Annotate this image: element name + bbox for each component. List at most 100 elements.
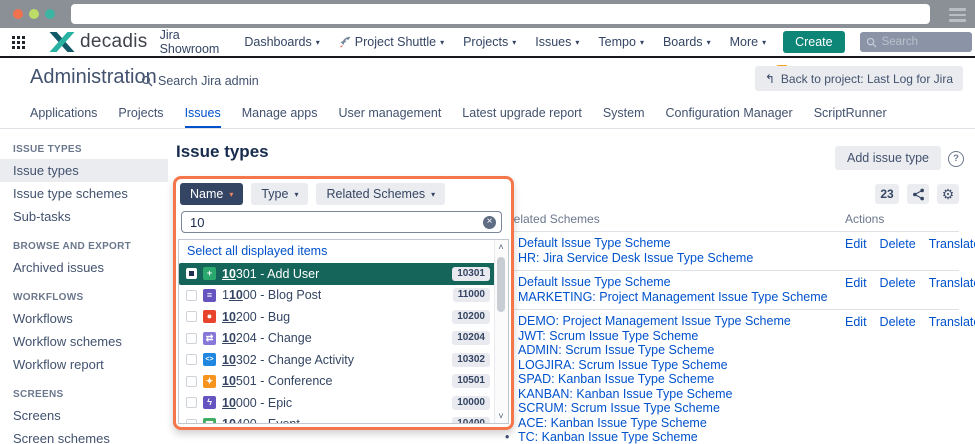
sidebar-item-screen-schemes[interactable]: Screen schemes	[0, 427, 168, 444]
option-checkbox[interactable]	[186, 397, 197, 408]
row-actions: Edit Delete Translate	[845, 237, 975, 251]
sidebar-item-workflow-report[interactable]: Workflow report	[0, 353, 168, 376]
create-button[interactable]: Create	[783, 31, 845, 53]
filter-button-related-schemes[interactable]: Related Schemes▾	[316, 183, 445, 205]
tab-scriptrunner[interactable]: ScriptRunner	[814, 100, 887, 128]
table-settings-button[interactable]: ⚙	[937, 184, 959, 204]
option-checkbox[interactable]	[186, 333, 197, 344]
sidebar-item-issue-types[interactable]: Issue types	[0, 159, 168, 182]
chevron-down-icon: ▾	[640, 38, 644, 47]
action-delete[interactable]: Delete	[880, 315, 916, 329]
application-window: decadis Jira Showroom Dashboards▾Project…	[0, 0, 975, 444]
scheme-link[interactable]: ACE: Kanban Issue Type Scheme	[518, 416, 707, 430]
option-id-badge: 11000	[453, 288, 490, 302]
tab-issues[interactable]: Issues	[185, 100, 221, 128]
tab-system[interactable]: System	[603, 100, 645, 128]
option-checkbox[interactable]	[186, 268, 197, 279]
nav-item-projects[interactable]: Projects▾	[463, 35, 516, 49]
window-minimize-button[interactable]	[29, 9, 39, 19]
tab-projects[interactable]: Projects	[118, 100, 163, 128]
sidebar-item-workflows[interactable]: Workflows	[0, 307, 168, 330]
scheme-link[interactable]: SPAD: Kanban Issue Type Scheme	[518, 372, 714, 386]
issue-type-option-epic[interactable]: ϟ10000 - Epic10000	[179, 392, 508, 414]
scheme-link[interactable]: ADMIN: Scrum Issue Type Scheme	[518, 343, 714, 357]
option-checkbox[interactable]	[186, 419, 197, 424]
tab-applications[interactable]: Applications	[30, 100, 97, 128]
issue-type-option-bug[interactable]: ●10200 - Bug10200	[179, 306, 508, 328]
option-checkbox[interactable]	[186, 354, 197, 365]
issue-type-option-conference[interactable]: ✦10501 - Conference10501	[179, 371, 508, 393]
nav-item-boards[interactable]: Boards▾	[663, 35, 711, 49]
share-button[interactable]	[907, 184, 929, 204]
browser-titlebar	[0, 0, 975, 28]
issue-type-option-change-activity[interactable]: <>10302 - Change Activity10302	[179, 349, 508, 371]
scheme-link[interactable]: TC: Kanban Issue Type Scheme	[518, 430, 698, 444]
filter-buttons: Name▾ Type▾ Related Schemes▾	[180, 183, 445, 205]
sidebar-item-issue-type-schemes[interactable]: Issue type schemes	[0, 182, 168, 205]
nav-item-more[interactable]: More▾	[730, 35, 767, 49]
action-translate[interactable]: Translate	[929, 315, 975, 329]
nav-item-label: Project Shuttle	[355, 35, 436, 49]
issue-type-option-event[interactable]: ▦10400 - Event10400	[179, 414, 508, 425]
scroll-down-icon[interactable]: ˅	[495, 411, 507, 421]
tab-latest-upgrade-report[interactable]: Latest upgrade report	[462, 100, 582, 128]
sidebar-section-heading: BROWSE AND EXPORT	[13, 241, 155, 252]
nav-item-dashboards[interactable]: Dashboards▾	[244, 35, 319, 49]
action-translate[interactable]: Translate	[929, 276, 975, 290]
scheme-link[interactable]: Default Issue Type Scheme	[518, 236, 671, 250]
scheme-link[interactable]: JWT: Scrum Issue Type Scheme	[518, 329, 698, 343]
admin-search[interactable]: Search Jira admin	[141, 74, 259, 88]
select-all-link[interactable]: Select all displayed items	[179, 240, 508, 263]
sidebar-item-screens[interactable]: Screens	[0, 404, 168, 427]
action-edit[interactable]: Edit	[845, 315, 867, 329]
option-label: 10000 - Epic	[222, 396, 292, 410]
address-bar[interactable]	[71, 4, 930, 24]
app-switcher-icon[interactable]	[12, 36, 25, 49]
issue-type-option-add-user[interactable]: +10301 - Add User10301	[179, 263, 508, 285]
window-close-button[interactable]	[13, 9, 23, 19]
action-translate[interactable]: Translate	[929, 237, 975, 251]
action-delete[interactable]: Delete	[880, 276, 916, 290]
scheme-link[interactable]: MARKETING: Project Management Issue Type…	[518, 290, 828, 304]
scroll-up-icon[interactable]: ˄	[495, 242, 507, 252]
tab-configuration-manager[interactable]: Configuration Manager	[666, 100, 793, 128]
decadis-logo[interactable]	[49, 32, 75, 52]
add-issue-type-button[interactable]: Add issue type	[835, 146, 941, 170]
nav-item-tempo[interactable]: Tempo▾	[598, 35, 644, 49]
issue-type-option-blog-post[interactable]: ≡11000 - Blog Post11000	[179, 285, 508, 307]
browser-menu-icon[interactable]	[949, 8, 966, 22]
option-checkbox[interactable]	[186, 311, 197, 322]
tab-manage-apps[interactable]: Manage apps	[242, 100, 318, 128]
filter-button-type[interactable]: Type▾	[251, 183, 308, 205]
nav-item-project-shuttle[interactable]: Project Shuttle▾	[339, 35, 444, 49]
tab-user-management[interactable]: User management	[338, 100, 441, 128]
nav-item-label: Projects	[463, 35, 508, 49]
option-checkbox[interactable]	[186, 376, 197, 387]
action-edit[interactable]: Edit	[845, 276, 867, 290]
scheme-link[interactable]: LOGJIRA: Scrum Issue Type Scheme	[518, 358, 728, 372]
sidebar-item-sub-tasks[interactable]: Sub-tasks	[0, 205, 168, 228]
filter-search-input[interactable]	[181, 211, 502, 233]
event-icon: ▦	[203, 418, 216, 424]
sidebar-section-heading: WORKFLOWS	[13, 292, 155, 303]
scheme-link[interactable]: HR: Jira Service Desk Issue Type Scheme	[518, 251, 753, 265]
sidebar-item-workflow-schemes[interactable]: Workflow schemes	[0, 330, 168, 353]
help-circle-icon[interactable]: ?	[948, 151, 964, 167]
back-to-project-button[interactable]: ↰ Back to project: Last Log for Jira	[755, 66, 963, 91]
action-edit[interactable]: Edit	[845, 237, 867, 251]
clear-search-icon[interactable]: ×	[483, 216, 496, 229]
scrollbar[interactable]: ˄ ˅	[494, 240, 508, 423]
filter-button-name[interactable]: Name▾	[180, 183, 243, 205]
scroll-thumb[interactable]	[497, 257, 505, 312]
issue-type-option-change[interactable]: ⇄10204 - Change10204	[179, 328, 508, 350]
option-checkbox[interactable]	[186, 290, 197, 301]
sidebar-item-archived-issues[interactable]: Archived issues	[0, 256, 168, 279]
scheme-link[interactable]: Default Issue Type Scheme	[518, 275, 671, 289]
nav-item-issues[interactable]: Issues▾	[535, 35, 579, 49]
action-delete[interactable]: Delete	[880, 237, 916, 251]
scheme-link[interactable]: SCRUM: Scrum Issue Type Scheme	[518, 401, 720, 415]
option-label: 11000 - Blog Post	[222, 288, 321, 302]
scheme-link[interactable]: KANBAN: Kanban Issue Type Scheme	[518, 387, 732, 401]
scheme-link[interactable]: DEMO: Project Management Issue Type Sche…	[518, 314, 791, 328]
window-zoom-button[interactable]	[45, 9, 55, 19]
